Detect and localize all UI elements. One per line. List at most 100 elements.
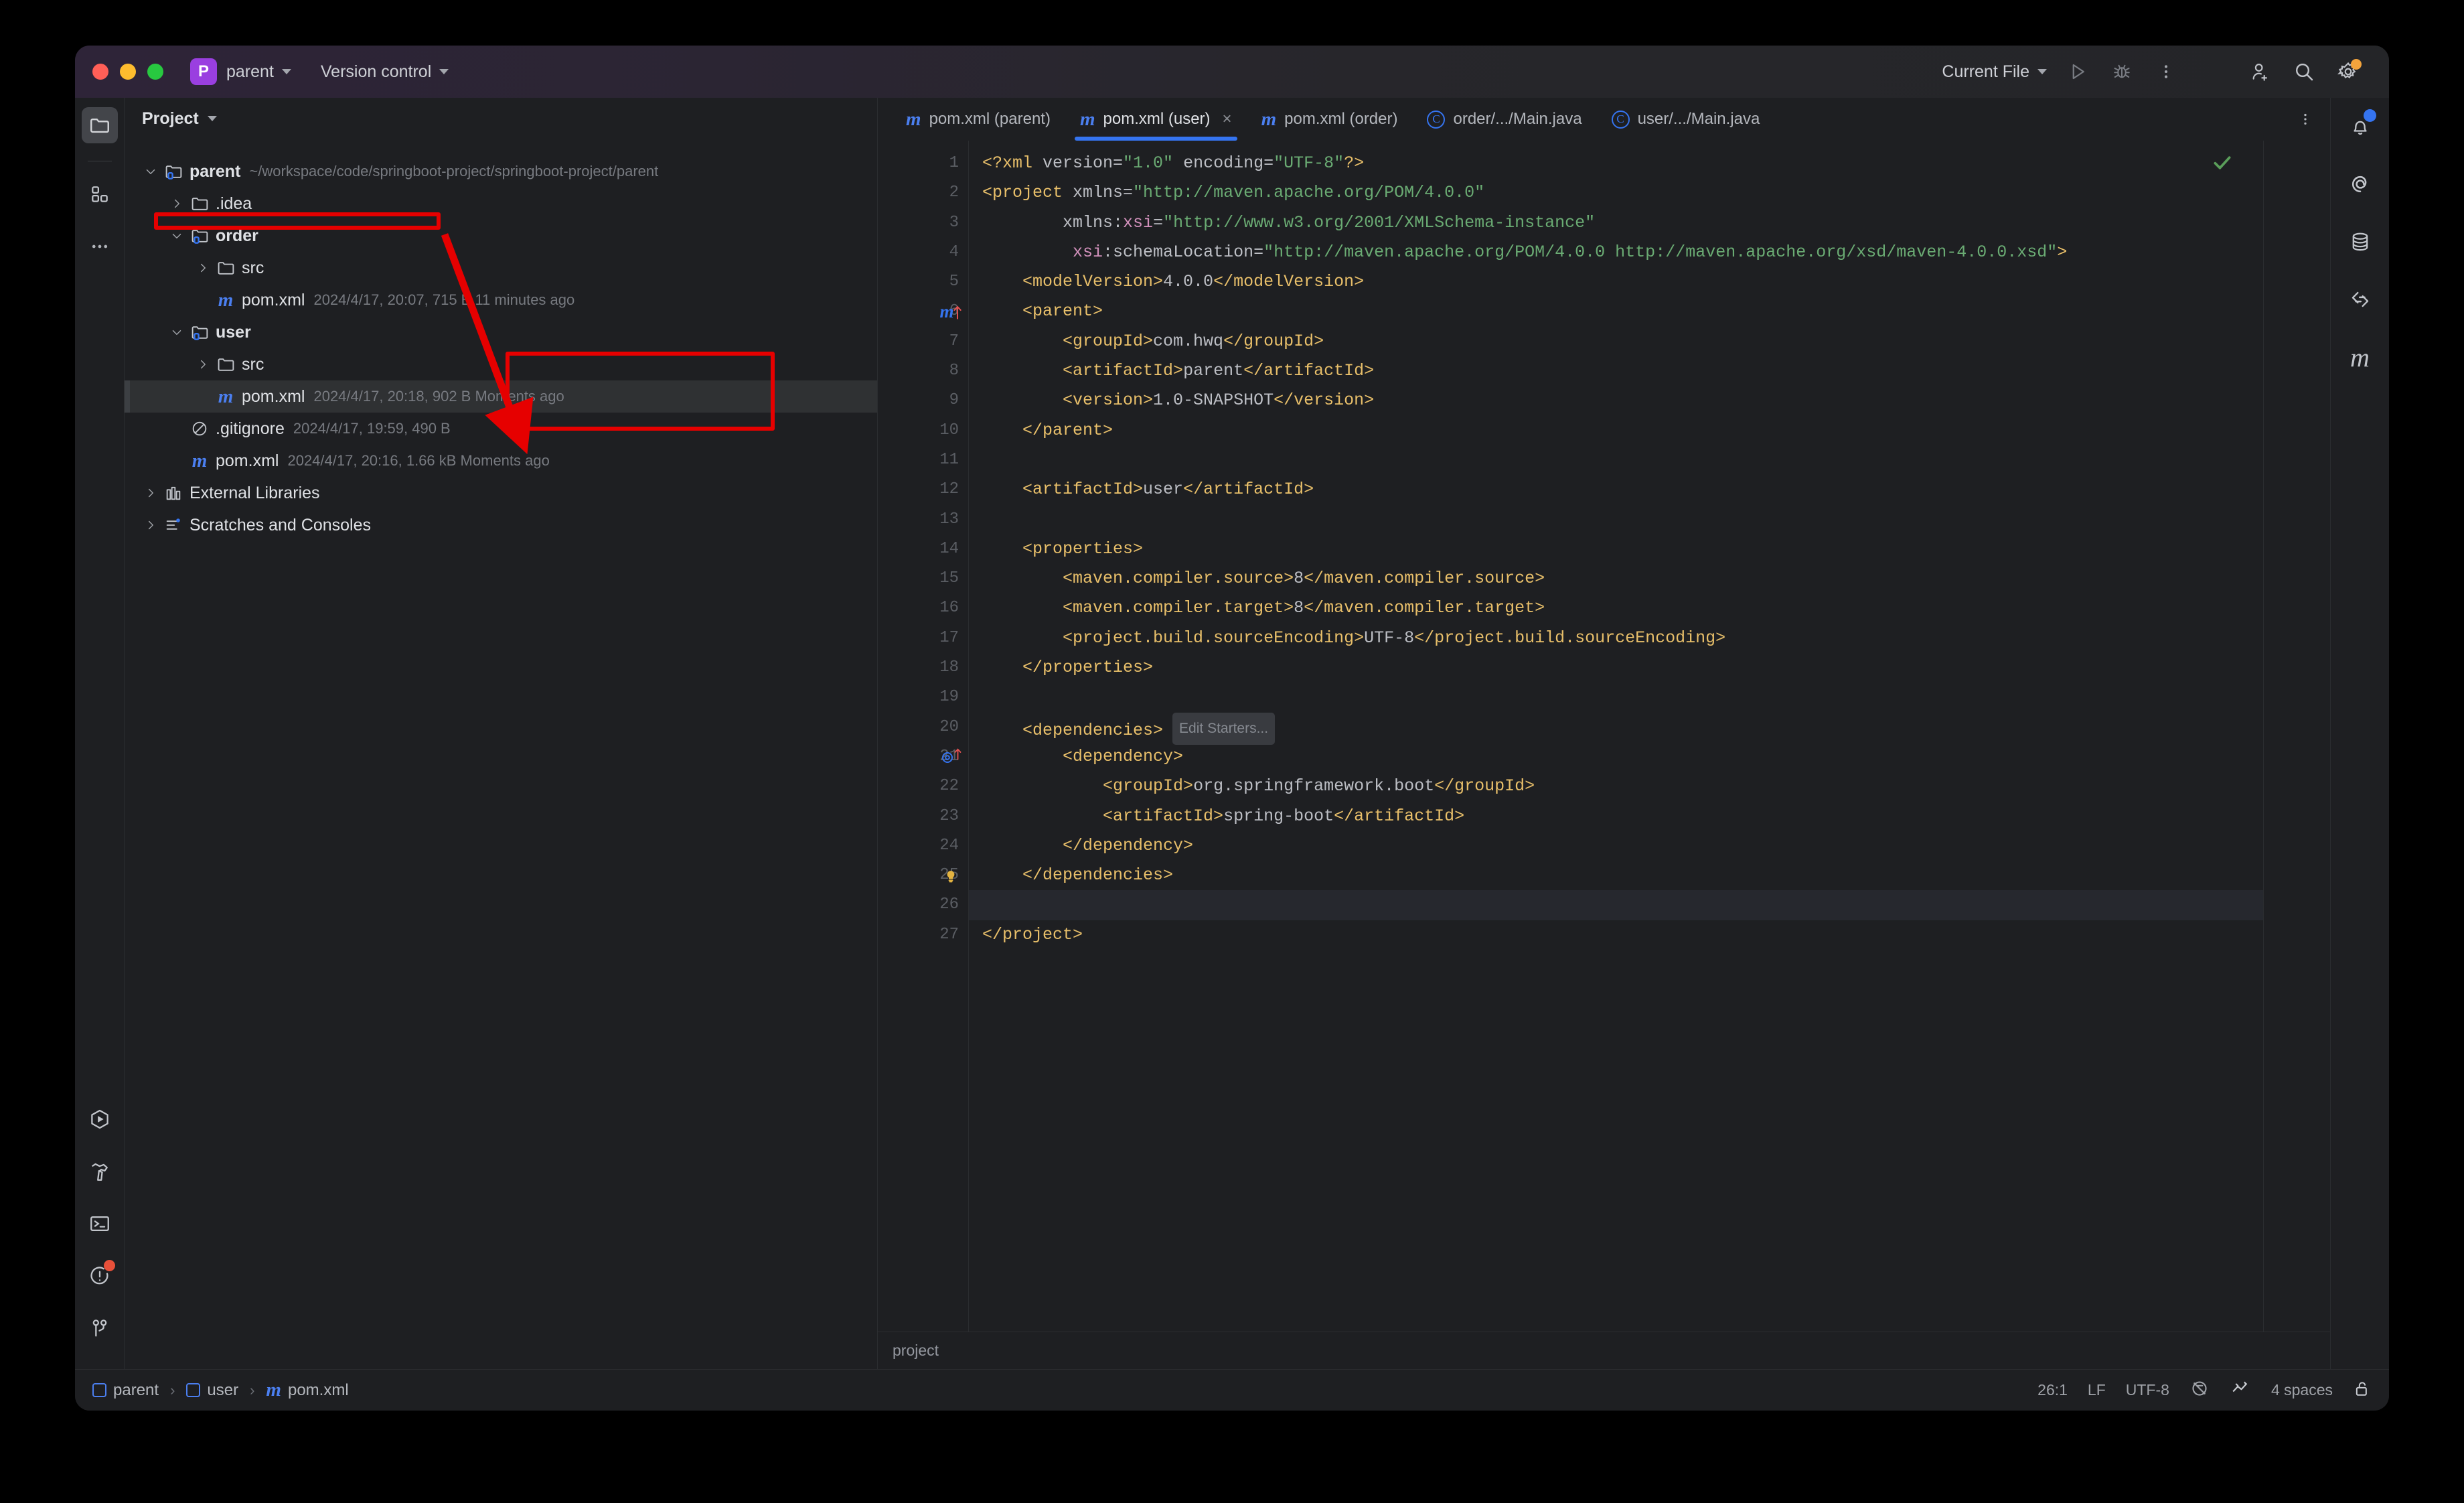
chevron-right-icon[interactable] [194, 259, 212, 277]
maven-tool-window-button[interactable]: m [2342, 339, 2378, 375]
code-line[interactable]: </properties> [969, 653, 2263, 683]
code-line[interactable] [969, 505, 2263, 534]
editor-tabs-more-button[interactable] [2281, 98, 2330, 141]
chevron-right-icon[interactable] [194, 356, 212, 373]
code-line[interactable]: </dependencies> [969, 861, 2263, 890]
code-line[interactable]: <properties> [969, 534, 2263, 564]
breadcrumb-item-parent[interactable]: parent [92, 1381, 159, 1400]
code-line[interactable]: <parent> [969, 297, 2263, 326]
editor-tab-order-main-java[interactable]: Corder/.../Main.java [1412, 98, 1596, 141]
inlay-hint-edit-starters[interactable]: Edit Starters... [1172, 712, 1276, 745]
commit-tool-window-button[interactable] [82, 176, 118, 212]
debug-button[interactable] [2101, 52, 2143, 91]
tree-node-scratches-and-consoles[interactable]: Scratches and Consoles [125, 509, 877, 541]
code-line[interactable]: xmlns:xsi="http://www.w3.org/2001/XMLSch… [969, 208, 2263, 238]
inspections-off-icon[interactable] [2189, 1378, 2210, 1403]
code-line[interactable]: <dependency> [969, 742, 2263, 772]
settings-button[interactable] [2327, 52, 2369, 91]
editor-breadcrumb[interactable]: project [893, 1342, 939, 1360]
code-line[interactable] [969, 445, 2263, 475]
breadcrumb-item-pom-xml[interactable]: m pom.xml [266, 1380, 348, 1400]
tree-node-order[interactable]: order [125, 220, 877, 252]
run-configuration-selector[interactable]: Current File [1934, 58, 2054, 86]
project-selector[interactable]: parent [225, 58, 299, 86]
more-options-button[interactable] [2145, 52, 2187, 91]
close-icon[interactable]: × [1223, 110, 1232, 129]
editor-tab-pom-xml-order-[interactable]: m pom.xml (order) [1247, 98, 1413, 141]
ai-assistant-tool-window-button[interactable] [2342, 166, 2378, 202]
code-line[interactable]: <maven.compiler.source>8</maven.compiler… [969, 564, 2263, 593]
editor-scroll-rail[interactable] [2263, 141, 2330, 1332]
editor-tab-pom-xml-user-[interactable]: m pom.xml (user) × [1065, 98, 1247, 141]
code-line[interactable]: <groupId>org.springframework.boot</group… [969, 772, 2263, 801]
endpoints-tool-window-button[interactable] [2342, 281, 2378, 317]
indent-setting[interactable]: 4 spaces [2271, 1381, 2333, 1399]
maximize-window-button[interactable] [147, 64, 163, 80]
code-line[interactable]: <?xml version="1.0" encoding="UTF-8"?> [969, 149, 2263, 178]
version-control-selector[interactable]: Version control [313, 58, 456, 86]
add-user-button[interactable] [2239, 52, 2281, 91]
notifications-tool-window-button[interactable] [2342, 109, 2378, 145]
lightbulb-icon[interactable] [937, 861, 964, 890]
run-button[interactable] [2057, 52, 2098, 91]
code-line[interactable]: <version>1.0-SNAPSHOT</version> [969, 386, 2263, 415]
code-line[interactable]: </project> [969, 920, 2263, 950]
chevron-right-icon[interactable] [142, 484, 159, 502]
file-encoding[interactable]: UTF-8 [2126, 1381, 2169, 1399]
editor-gutter[interactable]: 1 2 3 4 5 6 m 7 8 9 10 11 12 13 14 15 16 17 18 19 20 21 22 23 24… [878, 141, 968, 1332]
chevron-right-icon[interactable] [142, 516, 159, 534]
problems-tool-window-button[interactable] [82, 1258, 118, 1294]
code-line[interactable]: </dependency> [969, 831, 2263, 861]
tree-node-src[interactable]: src [125, 348, 877, 380]
build-tool-window-button[interactable] [82, 1153, 118, 1190]
code-line[interactable]: <artifactId>parent</artifactId> [969, 356, 2263, 386]
maven-parent-link-icon[interactable]: m [937, 297, 964, 327]
maven-dependency-link-icon[interactable] [937, 742, 964, 772]
code-line[interactable]: <artifactId>user</artifactId> [969, 475, 2263, 504]
code-line[interactable]: <maven.compiler.target>8</maven.compiler… [969, 593, 2263, 623]
code-line[interactable]: <artifactId>spring-boot</artifactId> [969, 802, 2263, 831]
tree-node-user[interactable]: user [125, 316, 877, 348]
tree-node-parent[interactable]: parent ~/workspace/code/springboot-projec… [125, 155, 877, 188]
editor-tab-user-main-java[interactable]: Cuser/.../Main.java [1597, 98, 1775, 141]
code-content[interactable]: <?xml version="1.0" encoding="UTF-8"?> <p… [968, 141, 2263, 1332]
code-line[interactable]: xsi:schemaLocation="http://maven.apache.… [969, 238, 2263, 267]
breadcrumb-item-user[interactable]: user [186, 1381, 238, 1400]
editor-tab-pom-xml-parent-[interactable]: m pom.xml (parent) [891, 98, 1065, 141]
reader-mode-icon[interactable] [2230, 1378, 2251, 1403]
code-line[interactable]: <project xmlns="http://maven.apache.org/… [969, 178, 2263, 208]
tree-node-pom-xml[interactable]: m pom.xml 2024/4/17, 20:16, 1.66 kB Moment… [125, 445, 877, 477]
code-line[interactable]: <groupId>com.hwq</groupId> [969, 327, 2263, 356]
chevron-down-icon[interactable] [207, 116, 217, 121]
code-line[interactable]: </parent> [969, 416, 2263, 445]
database-tool-window-button[interactable] [2342, 224, 2378, 260]
tree-node-external-libraries[interactable]: External Libraries [125, 477, 877, 509]
tree-node-src[interactable]: src [125, 252, 877, 284]
run-tool-window-button[interactable] [82, 1101, 118, 1137]
unlocked-icon[interactable] [2353, 1378, 2372, 1403]
chevron-down-icon[interactable] [168, 324, 185, 341]
git-tool-window-button[interactable] [82, 1310, 118, 1346]
code-line[interactable] [969, 890, 2263, 920]
minimize-window-button[interactable] [120, 64, 136, 80]
caret-position[interactable]: 26:1 [2037, 1381, 2068, 1399]
more-tool-windows-button[interactable] [82, 228, 118, 265]
tree-node-pom-xml[interactable]: m pom.xml 2024/4/17, 20:07, 715 B 11 minut… [125, 284, 877, 316]
terminal-tool-window-button[interactable] [82, 1206, 118, 1242]
code-line[interactable]: <project.build.sourceEncoding>UTF-8</pro… [969, 624, 2263, 653]
project-tool-window-button[interactable] [81, 107, 118, 143]
code-editor[interactable]: 1 2 3 4 5 6 m 7 8 9 10 11 12 13 14 15 16 17 18 19 20 21 22 23 24… [878, 141, 2330, 1332]
code-line[interactable] [969, 683, 2263, 712]
code-line[interactable]: <modelVersion>4.0.0</modelVersion> [969, 267, 2263, 297]
line-separator[interactable]: LF [2088, 1381, 2106, 1399]
close-window-button[interactable] [92, 64, 108, 80]
code-line[interactable]: <dependencies> Edit Starters... [969, 712, 2263, 745]
chevron-right-icon[interactable] [168, 195, 185, 212]
search-button[interactable] [2283, 52, 2325, 91]
tree-node--gitignore[interactable]: .gitignore 2024/4/17, 19:59, 490 B [125, 413, 877, 445]
tree-node--idea[interactable]: .idea [125, 188, 877, 220]
chevron-down-icon[interactable] [142, 163, 159, 180]
chevron-down-icon[interactable] [168, 227, 185, 244]
tree-node-pom-xml[interactable]: m pom.xml 2024/4/17, 20:18, 902 B Moments … [125, 380, 877, 413]
checkmark-ok-icon[interactable] [2211, 151, 2234, 177]
